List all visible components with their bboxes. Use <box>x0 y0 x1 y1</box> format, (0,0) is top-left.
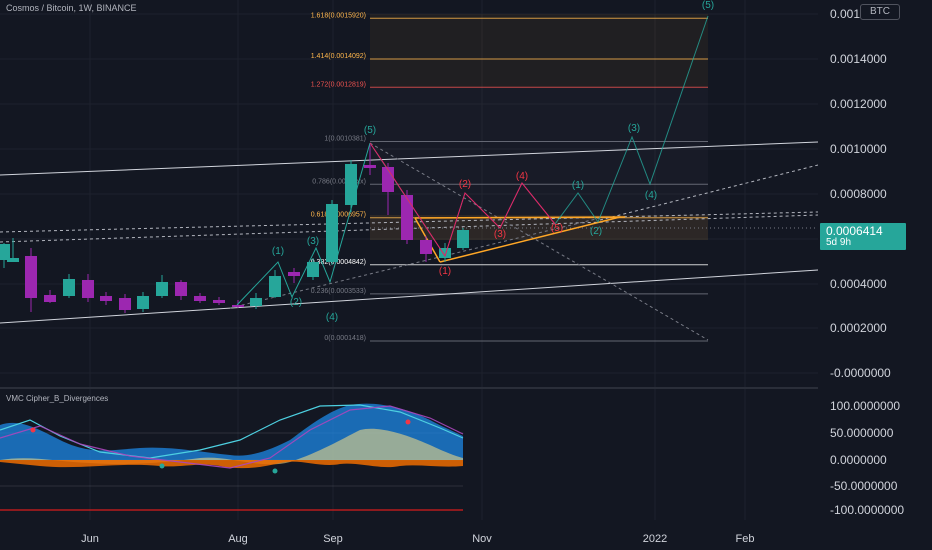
price-axis-label: 0.0004000 <box>830 277 887 291</box>
price-axis-bg <box>818 0 932 550</box>
wave-label-teal: (4) <box>645 190 657 201</box>
indicator-axis-label: -100.0000000 <box>830 503 904 517</box>
candle-bearish <box>420 240 432 254</box>
candle-bearish <box>401 195 413 240</box>
wave-label-teal: (5) <box>702 0 714 11</box>
rsi-mfi-area <box>0 460 463 469</box>
time-axis-label: Feb <box>736 533 755 545</box>
candle-bullish <box>63 279 75 296</box>
chart-canvas[interactable]: 1.618(0.0015920) 1.414(0.0014092) 1.272(0.… <box>0 0 932 550</box>
candle-bearish <box>288 272 300 276</box>
wave-label-red: (1) <box>439 266 451 277</box>
fib-level-label: 1.414(0.0014092) <box>311 53 366 60</box>
wave-label-teal: (1) <box>272 246 284 257</box>
fib-level-label: 0.618(0.0006957) <box>311 212 366 219</box>
time-axis-label: Nov <box>472 533 492 545</box>
candle-bullish <box>269 276 281 297</box>
indicator-pane <box>0 403 464 511</box>
wave-label-red: (2) <box>459 179 471 190</box>
candle-bearish <box>44 295 56 302</box>
indicator-axis-label: 50.0000000 <box>830 426 894 440</box>
wave-label-teal: (4) <box>326 312 338 323</box>
divergence-dot <box>30 427 36 433</box>
wave-label-teal: (5) <box>364 125 376 136</box>
fib-retracement[interactable]: 1.618(0.0015920) 1.414(0.0014092) 1.272(0.… <box>311 12 708 342</box>
indicator-axis-label: 0.0000000 <box>830 453 887 467</box>
candle-bearish <box>100 296 112 301</box>
candle-bearish <box>194 296 206 301</box>
fib-level-label: 0.382(0.0004842) <box>311 259 366 266</box>
price-axis-label: 0.0014000 <box>830 52 887 66</box>
price-axis-label: 0.0012000 <box>830 97 887 111</box>
candle-bullish <box>156 282 168 296</box>
time-axis-label: Aug <box>228 533 248 545</box>
fib-zone-band <box>370 14 708 87</box>
indicator-axis-label: 100.0000000 <box>830 399 900 413</box>
candle-bullish <box>7 258 19 262</box>
candle-bullish <box>457 230 469 248</box>
last-price-value: 0.0006414 <box>826 224 883 238</box>
time-axis-bg <box>0 522 818 550</box>
fib-level-label: 0.236(0.0003533) <box>311 288 366 295</box>
wave-label-teal: (3) <box>628 123 640 134</box>
divergence-dot <box>159 463 165 469</box>
symbol-title[interactable]: Cosmos / Bitcoin, 1W, BINANCE <box>6 3 137 13</box>
candle-bullish <box>0 244 10 260</box>
candle-bearish <box>213 300 225 303</box>
wave-label-teal: (2) <box>590 226 602 237</box>
currency-label[interactable]: BTC <box>860 4 900 20</box>
fib-level-label: 1.618(0.0015920) <box>311 12 366 19</box>
price-axis-label: 0.0002000 <box>830 321 887 335</box>
price-axis-label: 0.0008000 <box>830 187 887 201</box>
wave-label-red: (3) <box>494 229 506 240</box>
fib-level-label: 0(0.0001418) <box>324 335 366 342</box>
fib-level-label: 1.272(0.0012819) <box>311 81 366 88</box>
wave-label-teal: (1) <box>572 180 584 191</box>
candle-bearish <box>175 282 187 296</box>
indicator-title[interactable]: VMC Cipher_B_Divergences <box>6 394 108 403</box>
wave-label-teal: (3) <box>307 236 319 247</box>
wave-label-red: (4) <box>516 171 528 182</box>
price-axis-label: -0.0000000 <box>830 366 891 380</box>
candle-bearish <box>25 256 37 298</box>
divergence-dot <box>272 468 278 474</box>
time-axis-label: Sep <box>323 533 343 545</box>
price-axis[interactable]: 0.00160000.00140000.00120000.00100000.00… <box>818 0 932 550</box>
wave-label-red: (5) <box>551 223 563 234</box>
wave-label-teal: (2) <box>290 297 302 308</box>
last-price-badge: 0.0006414 5d 9h <box>820 223 906 250</box>
candle-bullish <box>307 262 319 277</box>
time-axis[interactable]: Jun Aug Sep Nov 2022 Feb <box>0 522 818 550</box>
candle-bullish <box>345 164 357 205</box>
candle-bearish <box>364 165 376 168</box>
price-axis-label: 0.0010000 <box>830 142 887 156</box>
candle-bullish <box>250 298 262 306</box>
indicator-axis-label: -50.0000000 <box>830 479 898 493</box>
bar-countdown: 5d 9h <box>826 237 852 248</box>
channel-lower-line <box>0 269 819 324</box>
candle-bearish <box>82 280 94 298</box>
fib-level-label: 1(0.0010381) <box>324 136 366 143</box>
candle-bearish <box>119 298 131 310</box>
time-axis-label: Jun <box>81 533 99 545</box>
candle-bearish <box>232 305 244 307</box>
candle-bullish <box>326 204 338 262</box>
candle-bullish <box>137 296 149 309</box>
time-axis-label: 2022 <box>643 533 667 545</box>
triangle-top <box>414 216 626 219</box>
divergence-dot <box>405 419 411 425</box>
